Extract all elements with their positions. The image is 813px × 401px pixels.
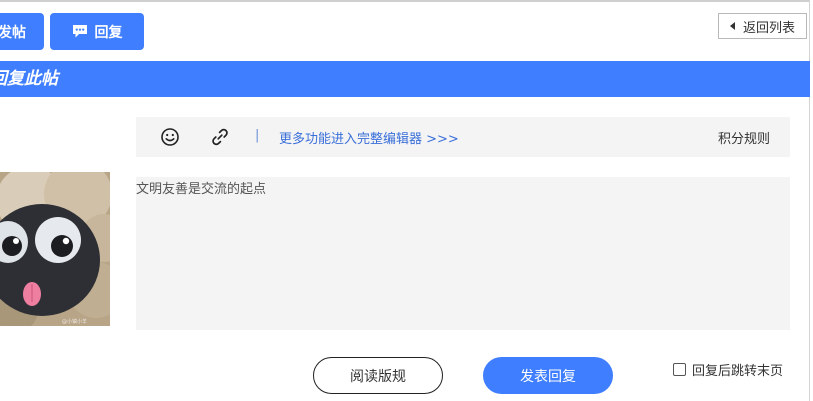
reply-placeholder: 文明友善是交流的起点 (136, 182, 267, 197)
caret-left-icon (729, 22, 735, 30)
full-editor-link[interactable]: 更多功能进入完整编辑器 >>> (279, 128, 459, 147)
toolbar-separator: | (255, 128, 260, 143)
avatar-watermark: @小镇小羊 (62, 319, 88, 325)
avatar-image (0, 172, 110, 326)
reply-button[interactable]: 回复 (50, 13, 144, 50)
score-rules-link[interactable]: 积分规则 (718, 128, 770, 147)
submit-reply-label: 发表回复 (520, 368, 576, 385)
back-to-list-label: 返回列表 (742, 20, 795, 36)
submit-reply-button[interactable]: 发表回复 (483, 357, 613, 394)
editor-toolbar: | 更多功能进入完整编辑器 >>> 积分规则 (136, 117, 790, 157)
back-to-list-button[interactable]: 返回列表 (718, 13, 807, 39)
jump-to-last-page-option[interactable]: 回复后跳转末页 (673, 360, 783, 379)
reply-textarea[interactable]: 文明友善是交流的起点 (136, 177, 790, 330)
reply-button-label: 回复 (94, 24, 123, 41)
jump-to-last-page-label: 回复后跳转末页 (692, 364, 784, 379)
avatar[interactable]: @小镇小羊 (0, 172, 110, 326)
new-post-button[interactable]: 发帖 (0, 13, 44, 50)
new-post-label: 发帖 (0, 24, 26, 41)
jump-to-last-page-checkbox[interactable] (673, 363, 686, 376)
link-icon[interactable] (210, 127, 230, 147)
smiley-icon[interactable] (160, 127, 180, 147)
read-rules-button[interactable]: 阅读版规 (313, 357, 443, 394)
reply-page: 发帖 回复 返回列表 回复此帖 | 更多 (0, 0, 813, 401)
read-rules-label: 阅读版规 (350, 368, 406, 385)
reply-section-title: 回复此帖 (0, 69, 58, 89)
comment-icon (72, 25, 87, 38)
top-divider (0, 0, 810, 2)
reply-section-header: 回复此帖 (0, 61, 810, 97)
